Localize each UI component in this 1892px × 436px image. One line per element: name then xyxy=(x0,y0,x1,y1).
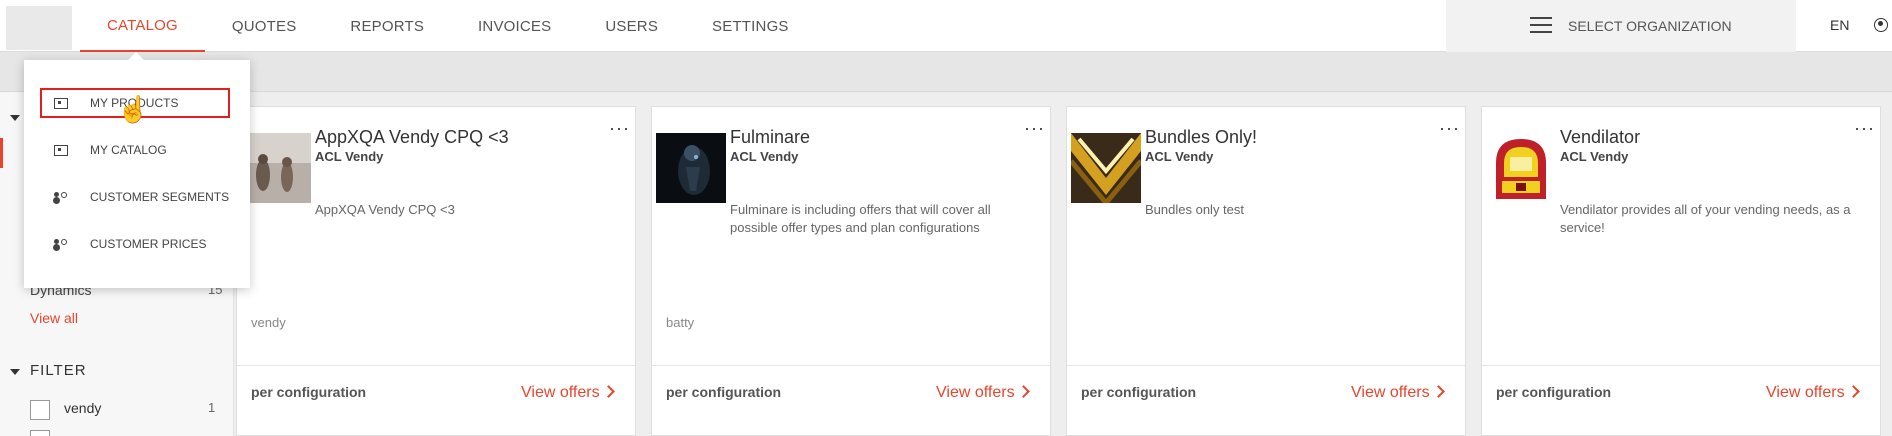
user-icon[interactable] xyxy=(1874,18,1888,32)
card-footer: per configuration View offers xyxy=(1067,365,1465,435)
filter-checkbox-vendy[interactable] xyxy=(30,400,50,420)
view-offers-link[interactable]: View offers xyxy=(521,384,615,402)
more-options-icon[interactable]: ··· xyxy=(1024,119,1045,137)
filter-label-vendy: vendy xyxy=(64,400,102,416)
product-card[interactable]: Fulminare ACL Vendy Fulminare is includi… xyxy=(651,106,1051,436)
product-card[interactable]: Bundles Only! ACL Vendy Bundles only tes… xyxy=(1066,106,1466,436)
filter-checkbox-next[interactable] xyxy=(30,430,50,436)
menu-item-my-catalog[interactable]: MY CATALOG xyxy=(24,130,250,170)
collapse-caret-icon[interactable] xyxy=(10,115,20,121)
more-options-icon[interactable]: ··· xyxy=(1439,119,1460,137)
users-icon xyxy=(54,238,70,250)
card-price: per configuration xyxy=(1081,384,1197,400)
nav-catalog[interactable]: CATALOG xyxy=(80,0,205,52)
menu-item-label: MY CATALOG xyxy=(90,143,167,157)
view-offers-link[interactable]: View offers xyxy=(1351,384,1445,402)
card-description: AppXQA Vendy CPQ <3 xyxy=(315,202,455,217)
chevron-right-icon xyxy=(1431,385,1445,398)
card-title[interactable]: Bundles Only! xyxy=(1145,127,1257,148)
logo[interactable] xyxy=(6,6,72,50)
card-price: per configuration xyxy=(1496,384,1612,400)
card-vendor: ACL Vendy xyxy=(730,149,799,164)
nav-quotes[interactable]: QUOTES xyxy=(205,0,324,52)
card-title[interactable]: Fulminare xyxy=(730,127,810,148)
view-offers-link[interactable]: View offers xyxy=(1766,384,1860,402)
card-description: Vendilator provides all of your vending … xyxy=(1560,202,1851,235)
more-options-icon[interactable]: ··· xyxy=(609,119,630,137)
nav-users[interactable]: USERS xyxy=(578,0,685,52)
filter-heading: FILTER xyxy=(30,362,87,379)
more-options-icon[interactable]: ··· xyxy=(1854,119,1875,137)
view-offers-label: View offers xyxy=(936,384,1015,401)
card-vendor: ACL Vendy xyxy=(315,149,384,164)
view-offers-label: View offers xyxy=(1766,384,1845,401)
card-footer: per configuration View offers xyxy=(237,365,635,435)
select-organization-button[interactable]: SELECT ORGANIZATION xyxy=(1446,0,1796,52)
product-thumbnail xyxy=(656,133,726,203)
menu-item-label: CUSTOMER SEGMENTS xyxy=(90,190,230,204)
nav-reports[interactable]: REPORTS xyxy=(323,0,451,52)
view-offers-label: View offers xyxy=(1351,384,1430,401)
language-selector[interactable]: EN xyxy=(1830,17,1849,33)
filter-count-vendy: 1 xyxy=(208,400,216,415)
product-card[interactable]: Vendilator ACL Vendy Vendilator provides… xyxy=(1481,106,1881,436)
card-tag: vendy xyxy=(251,315,286,330)
filter-caret-icon[interactable] xyxy=(10,369,20,375)
hamburger-icon xyxy=(1530,17,1552,33)
view-offers-link[interactable]: View offers xyxy=(936,384,1030,402)
product-card[interactable]: AppXQA Vendy CPQ <3 ACL Vendy AppXQA Ven… xyxy=(236,106,636,436)
chevron-right-icon xyxy=(1846,385,1860,398)
chevron-right-icon xyxy=(601,385,615,398)
card-footer: per configuration View offers xyxy=(652,365,1050,435)
sidebar-active-marker xyxy=(0,138,3,168)
sub-toolbar xyxy=(0,52,1892,92)
nav-invoices[interactable]: INVOICES xyxy=(451,0,578,52)
view-all-link[interactable]: View all xyxy=(30,310,78,326)
menu-item-customer-segments[interactable]: CUSTOMER SEGMENTS xyxy=(24,177,250,217)
card-description: Fulminare is including offers that will … xyxy=(730,202,991,235)
card-footer: per configuration View offers xyxy=(1482,365,1880,435)
users-icon xyxy=(54,191,70,203)
card-title[interactable]: Vendilator xyxy=(1560,127,1640,148)
card-tag: batty xyxy=(666,315,695,330)
card-description: Bundles only test xyxy=(1145,202,1245,217)
chevron-right-icon xyxy=(1016,385,1030,398)
menu-item-label: CUSTOMER PRICES xyxy=(90,237,207,251)
product-thumbnail xyxy=(1486,133,1556,203)
product-thumbnail xyxy=(1071,133,1141,203)
hand-cursor-icon: ☝ xyxy=(117,94,150,124)
org-label: SELECT ORGANIZATION xyxy=(1568,18,1732,34)
nav-settings[interactable]: SETTINGS xyxy=(685,0,816,52)
menu-item-customer-prices[interactable]: CUSTOMER PRICES xyxy=(24,224,250,264)
top-navbar: CATALOG QUOTES REPORTS INVOICES USERS SE… xyxy=(0,0,1892,52)
card-price: per configuration xyxy=(666,384,782,400)
catalog-box-icon xyxy=(54,144,68,156)
card-price: per configuration xyxy=(251,384,367,400)
view-offers-label: View offers xyxy=(521,384,600,401)
product-thumbnail xyxy=(241,133,311,203)
card-vendor: ACL Vendy xyxy=(1145,149,1214,164)
main-nav: CATALOG QUOTES REPORTS INVOICES USERS SE… xyxy=(80,0,816,52)
card-vendor: ACL Vendy xyxy=(1560,149,1629,164)
card-title[interactable]: AppXQA Vendy CPQ <3 xyxy=(315,127,509,148)
